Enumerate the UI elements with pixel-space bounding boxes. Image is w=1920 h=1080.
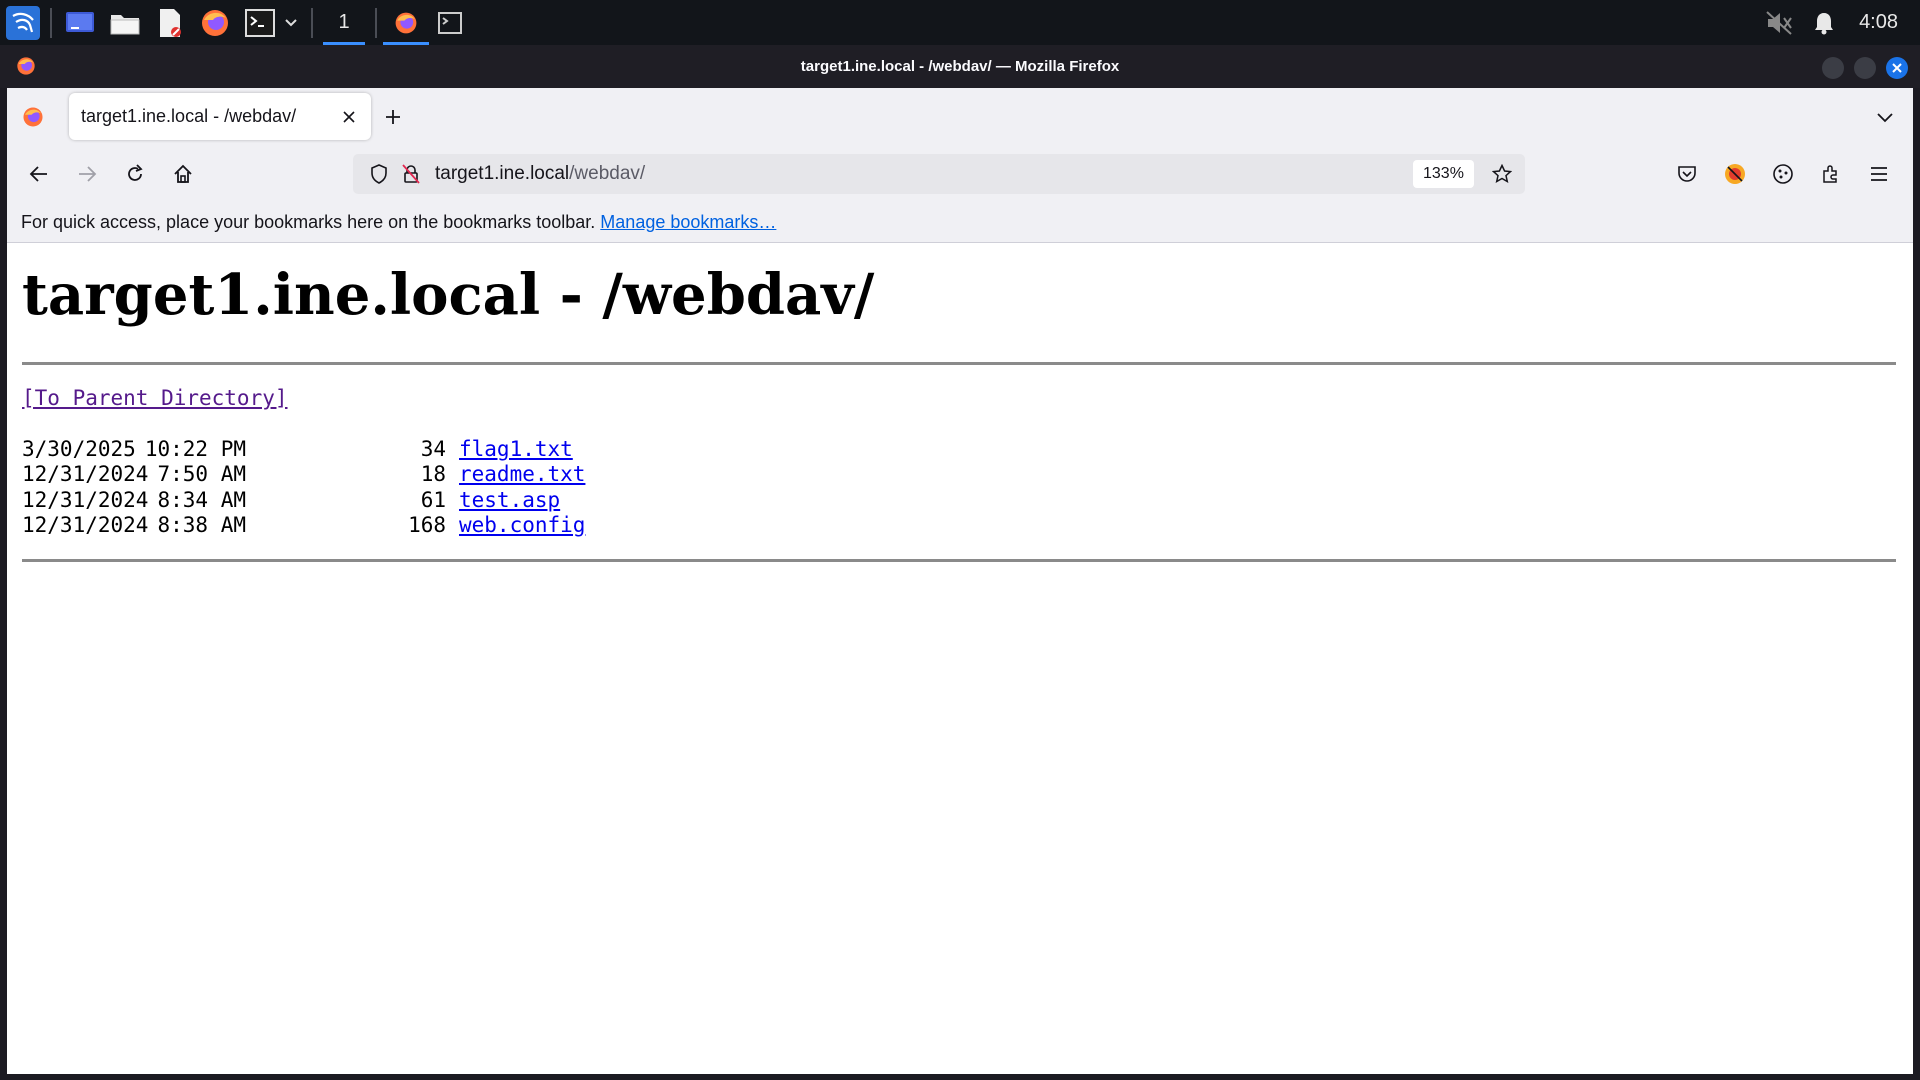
home-icon — [174, 164, 192, 183]
taskbar: 1 4:08 — [0, 0, 1920, 45]
cookie-icon — [1773, 164, 1793, 184]
taskbar-separator — [375, 7, 377, 38]
file-time: 8:38 AM — [157, 512, 246, 537]
bookmarks-toolbar-message: For quick access, place your bookmarks h… — [21, 202, 776, 242]
cookie-extension-button[interactable] — [1767, 158, 1799, 190]
terminal-icon[interactable] — [243, 6, 277, 40]
firefox-icon — [23, 107, 43, 127]
tracking-protection-button[interactable] — [363, 158, 395, 190]
text-editor-icon[interactable] — [153, 6, 187, 40]
tab-strip: target1.ine.local - /webdav/ — [7, 88, 1913, 146]
firefox-window-button[interactable] — [383, 0, 429, 45]
app-menu-button[interactable] — [1863, 158, 1895, 190]
pocket-button[interactable] — [1671, 158, 1703, 190]
close-icon — [343, 111, 355, 123]
plus-icon — [386, 110, 400, 124]
window-titlebar: target1.ine.local - /webdav/ — Mozilla F… — [0, 45, 1920, 88]
minimize-button[interactable] — [1822, 57, 1844, 79]
file-date: 12/31/2024 — [22, 462, 149, 487]
kali-menu-icon[interactable] — [6, 5, 40, 40]
url-bar[interactable]: target1.ine.local/webdav/ 133% — [353, 154, 1525, 194]
workspace-number: 1 — [338, 11, 350, 33]
back-button[interactable] — [23, 158, 55, 190]
url-text[interactable]: target1.ine.local/webdav/ — [435, 154, 645, 194]
tab-label: target1.ine.local - /webdav/ — [81, 106, 297, 126]
file-date: 12/31/2024 — [22, 512, 149, 537]
mute-icon[interactable] — [1762, 6, 1796, 40]
chevron-down-icon[interactable] — [281, 6, 301, 40]
chevron-down-icon — [1877, 113, 1893, 123]
manage-bookmarks-link[interactable]: Manage bookmarks… — [600, 212, 776, 232]
file-size: 34 — [420, 437, 446, 461]
reload-icon — [128, 164, 143, 181]
file-date: 12/31/2024 — [22, 487, 149, 512]
firefox-view-button[interactable] — [17, 101, 49, 133]
zoom-reset-button[interactable]: 133% — [1413, 160, 1474, 188]
insecure-lock-icon — [402, 164, 420, 184]
desktop-icon[interactable] — [63, 6, 97, 40]
hamburger-menu-icon — [1871, 167, 1887, 181]
file-manager-icon[interactable] — [108, 6, 142, 40]
page-content: target1.ine.local - /webdav/ [To Parent … — [7, 243, 1913, 1074]
close-icon — [1892, 63, 1902, 73]
file-row: 12/31/2024 8:38 AM 168 web.config — [22, 513, 585, 538]
file-size: 61 — [420, 487, 446, 512]
url-host: target1.ine.local — [435, 163, 570, 184]
back-arrow-icon — [29, 166, 47, 182]
tab-webdav[interactable]: target1.ine.local - /webdav/ — [69, 93, 371, 140]
file-date: 3/30/2025 — [22, 437, 136, 461]
clock: 4:08 — [1859, 11, 1898, 33]
taskbar-separator — [50, 7, 52, 38]
file-size: 18 — [420, 462, 446, 487]
firefox-icon[interactable] — [198, 6, 232, 40]
file-row: 3/30/2025 10:22 PM 34 flag1.txt — [22, 437, 585, 462]
extensions-button[interactable] — [1815, 158, 1847, 190]
terminal-window-icon[interactable] — [433, 6, 467, 40]
window-title: target1.ine.local - /webdav/ — Mozilla F… — [800, 58, 1120, 75]
file-time: 10:22 PM — [144, 437, 246, 461]
extension-badge-icon — [1725, 164, 1745, 184]
bookmarks-toolbar: For quick access, place your bookmarks h… — [7, 202, 1913, 243]
tab-close-button[interactable] — [333, 101, 365, 133]
home-button[interactable] — [167, 158, 199, 190]
taskbar-separator — [311, 7, 313, 38]
file-listing: 3/30/2025 10:22 PM 34 flag1.txt 12/31/20… — [22, 437, 585, 538]
site-info-button[interactable] — [395, 158, 427, 190]
url-path: /webdav/ — [569, 163, 646, 184]
shield-icon — [371, 164, 387, 184]
navigation-toolbar: target1.ine.local/webdav/ 133% — [7, 146, 1913, 202]
bookmarks-message-text: For quick access, place your bookmarks h… — [21, 212, 596, 232]
close-button[interactable] — [1886, 57, 1908, 79]
file-time: 7:50 AM — [157, 462, 246, 487]
notification-bell-icon[interactable] — [1807, 6, 1841, 40]
list-all-tabs-button[interactable] — [1869, 101, 1901, 133]
pocket-icon — [1678, 166, 1696, 182]
file-link[interactable]: flag1.txt — [459, 437, 573, 462]
file-row: 12/31/2024 7:50 AM 18 readme.txt — [22, 462, 585, 487]
file-time: 8:34 AM — [157, 487, 246, 512]
file-size: 168 — [408, 512, 446, 537]
file-link[interactable]: test.asp — [459, 488, 560, 513]
new-tab-button[interactable] — [377, 101, 409, 133]
maximize-button[interactable] — [1854, 57, 1876, 79]
forward-arrow-icon — [79, 166, 97, 182]
file-row: 12/31/2024 8:34 AM 61 test.asp — [22, 488, 585, 513]
parent-directory-link[interactable]: [To Parent Directory] — [22, 386, 288, 410]
forward-button[interactable] — [71, 158, 103, 190]
workspace-switcher[interactable]: 1 — [323, 0, 365, 45]
reload-button[interactable] — [119, 158, 151, 190]
file-link[interactable]: readme.txt — [459, 462, 585, 487]
page-title: target1.ine.local - /webdav/ — [22, 262, 875, 328]
browser-chrome: target1.ine.local - /webdav/ target1.ine… — [7, 88, 1913, 243]
star-icon — [1492, 164, 1512, 183]
extension-button[interactable] — [1719, 158, 1751, 190]
puzzle-icon — [1823, 165, 1837, 183]
divider — [22, 362, 1896, 365]
bookmark-star-button[interactable] — [1486, 158, 1518, 190]
file-link[interactable]: web.config — [459, 513, 585, 538]
divider — [22, 559, 1896, 562]
firefox-window-icon — [395, 12, 417, 33]
